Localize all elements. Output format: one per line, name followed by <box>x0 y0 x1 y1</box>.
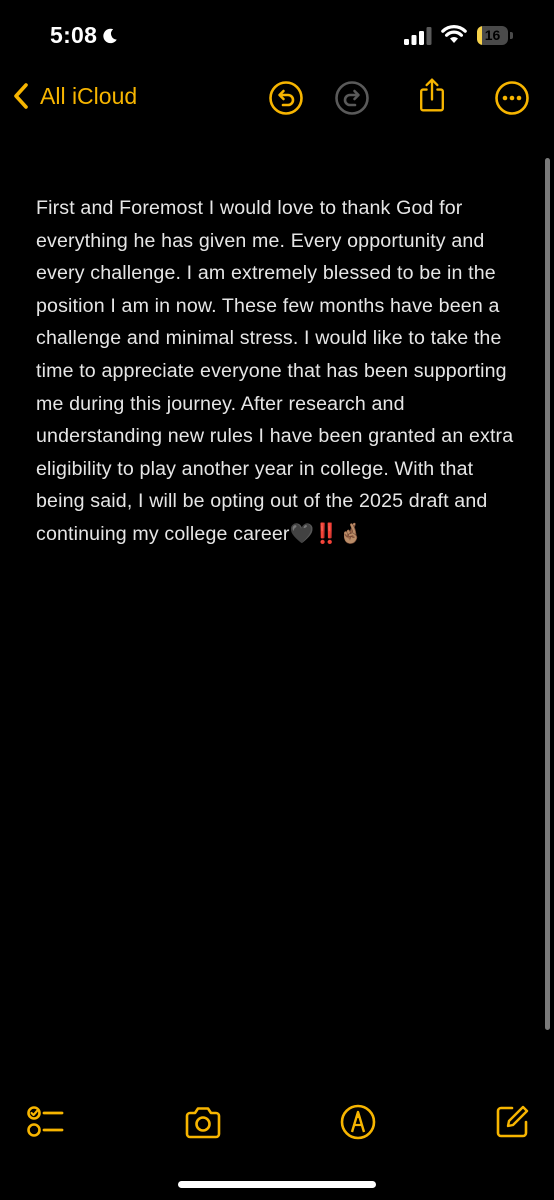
battery-level: 16 <box>484 27 501 43</box>
battery-tip <box>510 32 513 39</box>
bottom-toolbar <box>0 1096 554 1146</box>
scrollbar[interactable] <box>545 158 550 1030</box>
moon-icon <box>103 28 117 43</box>
wifi-icon <box>441 25 467 43</box>
camera-icon[interactable] <box>183 1102 223 1142</box>
back-label: All iCloud <box>40 82 138 109</box>
markup-icon[interactable] <box>338 1102 378 1142</box>
checklist-icon[interactable] <box>26 1102 66 1142</box>
undo-icon[interactable] <box>268 80 304 116</box>
note-body-text[interactable]: First and Foremost I would love to thank… <box>36 192 520 551</box>
navigation-bar: All iCloud <box>0 74 554 124</box>
more-icon[interactable] <box>494 80 530 116</box>
redo-icon[interactable] <box>334 80 370 116</box>
share-icon[interactable] <box>414 77 450 113</box>
cellular-signal-icon <box>404 27 432 45</box>
status-time: 5:08 <box>50 22 119 49</box>
back-button[interactable]: All iCloud <box>12 82 137 110</box>
battery-icon: 16 <box>477 25 513 46</box>
battery-body: 16 <box>477 26 509 45</box>
home-indicator[interactable] <box>178 1181 376 1188</box>
status-bar: 5:08 16 <box>0 0 554 70</box>
clock-text: 5:08 <box>50 22 98 48</box>
chevron-left-icon <box>14 83 28 109</box>
compose-icon[interactable] <box>492 1102 532 1142</box>
